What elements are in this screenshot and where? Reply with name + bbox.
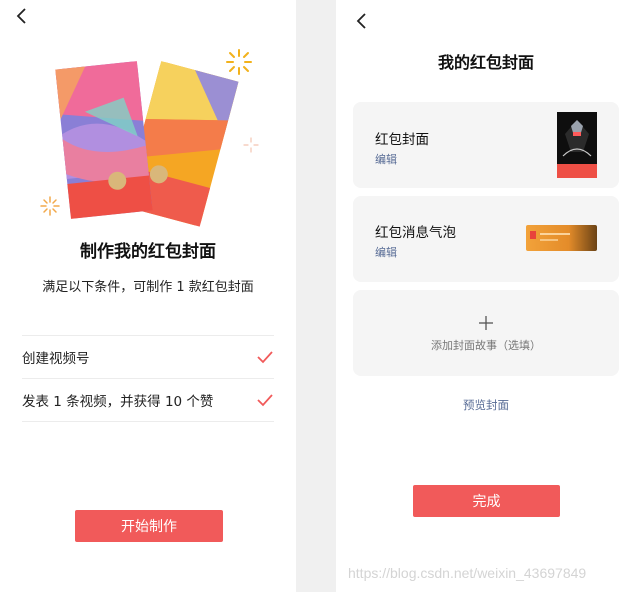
card-title: 红包消息气泡 bbox=[375, 225, 456, 241]
back-button[interactable] bbox=[355, 12, 369, 30]
divider bbox=[22, 421, 274, 422]
sparkle-icon bbox=[243, 137, 259, 153]
cover-thumbnail bbox=[557, 112, 597, 178]
chevron-left-icon bbox=[356, 13, 366, 29]
edit-link[interactable]: 编辑 bbox=[375, 151, 397, 167]
bubble-thumbnail bbox=[526, 225, 597, 251]
page-title: 制作我的红包封面 bbox=[80, 242, 216, 262]
preview-link[interactable]: 预览封面 bbox=[336, 397, 636, 413]
condition-item: 发表 1 条视频，并获得 10 个赞 bbox=[22, 379, 274, 421]
cover-card[interactable]: 红包封面 编辑 bbox=[353, 102, 619, 188]
page-subtitle: 满足以下条件，可制作 1 款红包封面 bbox=[42, 280, 254, 295]
condition-label: 创建视频号 bbox=[22, 351, 90, 367]
intro-screen: 制作我的红包封面 满足以下条件，可制作 1 款红包封面 创建视频号 发表 1 条… bbox=[0, 0, 296, 592]
add-story-card[interactable]: 添加封面故事（选填） bbox=[353, 290, 619, 376]
sparkle-icon bbox=[226, 49, 252, 75]
chevron-left-icon bbox=[16, 8, 26, 24]
watermark: https://blog.csdn.net/weixin_43697849 bbox=[348, 565, 587, 581]
card-title: 红包封面 bbox=[375, 132, 429, 148]
page-title: 我的红包封面 bbox=[437, 53, 534, 72]
start-button[interactable]: 开始制作 bbox=[75, 510, 223, 542]
red-envelope-illustration bbox=[40, 49, 259, 227]
condition-label: 发表 1 条视频，并获得 10 个赞 bbox=[22, 394, 214, 410]
check-icon bbox=[256, 350, 274, 364]
plus-icon bbox=[479, 316, 493, 330]
add-story-label: 添加封面故事（选填） bbox=[431, 339, 541, 352]
edit-link[interactable]: 编辑 bbox=[375, 244, 397, 260]
bubble-card[interactable]: 红包消息气泡 编辑 bbox=[353, 196, 619, 282]
my-cover-screen: 我的红包封面 红包封面 编辑 红包消息气泡 编辑 添加封面故事（选填） 预览封面… bbox=[336, 0, 636, 592]
back-button[interactable] bbox=[15, 7, 29, 25]
done-button[interactable]: 完成 bbox=[413, 485, 560, 517]
check-icon bbox=[256, 393, 274, 407]
condition-item: 创建视频号 bbox=[22, 336, 274, 378]
sparkle-icon bbox=[40, 196, 60, 216]
